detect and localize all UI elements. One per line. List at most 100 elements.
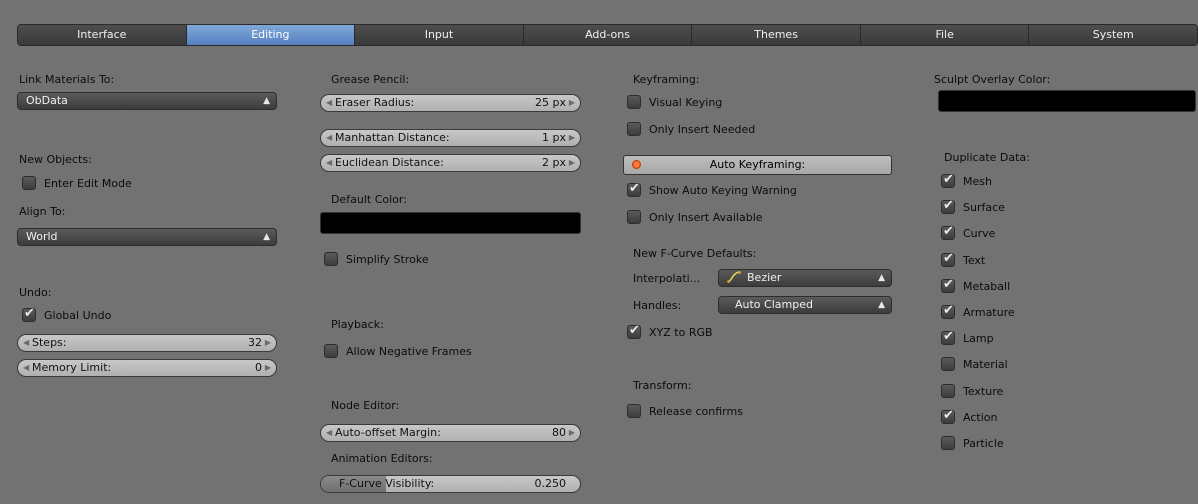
checkbox-checked-icon <box>22 306 36 322</box>
duplicate-mesh-label: Mesh <box>963 175 992 188</box>
align-to-dropdown[interactable]: World ▲ <box>17 228 277 246</box>
release-confirms-label: Release confirms <box>649 405 743 418</box>
auto-offset-margin-label: Auto-offset Margin: <box>335 426 441 439</box>
eraser-radius-label: Eraser Radius: <box>335 96 415 109</box>
fcurve-visibility-label: F-Curve Visibility: <box>339 477 435 490</box>
checkbox-checked-icon <box>941 408 955 424</box>
interpolation-value: Bezier <box>747 271 782 284</box>
duplicate-texture-label: Texture <box>963 385 1004 398</box>
animation-editors-label: Animation Editors: <box>331 452 433 465</box>
checkbox-checked-icon <box>941 224 955 240</box>
increment-arrow-icon[interactable]: ▶ <box>265 360 271 376</box>
checkbox-icon <box>627 404 641 418</box>
dropdown-arrows-icon: ▲ <box>263 96 270 106</box>
align-to-value: World <box>26 230 58 243</box>
duplicate-curve-label: Curve <box>963 227 996 240</box>
checkbox-checked-icon <box>941 277 955 293</box>
dropdown-arrows-icon: ▲ <box>878 300 885 310</box>
sculpt-overlay-color-swatch[interactable] <box>938 90 1196 112</box>
default-color-swatch[interactable] <box>320 212 581 234</box>
decrement-arrow-icon[interactable]: ◀ <box>326 95 332 111</box>
eraser-radius-value: 25 px <box>535 96 566 109</box>
checkbox-icon <box>627 122 641 136</box>
global-undo-label: Global Undo <box>44 309 112 322</box>
increment-arrow-icon[interactable]: ▶ <box>569 95 575 111</box>
tab-themes[interactable]: Themes <box>692 25 861 45</box>
increment-arrow-icon[interactable]: ▶ <box>569 155 575 171</box>
allow-negative-frames-label: Allow Negative Frames <box>346 345 472 358</box>
only-insert-needed-label: Only Insert Needed <box>649 123 756 136</box>
duplicate-surface-label: Surface <box>963 201 1005 214</box>
auto-keyframing-label: Auto Keyframing: <box>709 158 806 171</box>
simplify-stroke-label: Simplify Stroke <box>346 253 429 266</box>
steps-label: Steps: <box>32 336 67 349</box>
handles-value: Auto Clamped <box>735 298 813 311</box>
duplicate-data-label: Duplicate Data: <box>944 151 1030 164</box>
duplicate-material-label: Material <box>963 358 1008 371</box>
manhattan-distance-field[interactable]: ◀ Manhattan Distance: 1 px ▶ <box>320 129 581 147</box>
checkbox-icon <box>22 176 36 190</box>
grease-pencil-label: Grease Pencil: <box>331 73 410 86</box>
manhattan-distance-label: Manhattan Distance: <box>335 131 450 144</box>
duplicate-action-label: Action <box>963 411 998 424</box>
memory-limit-value: 0 <box>255 361 262 374</box>
checkbox-icon <box>941 436 955 450</box>
checkbox-checked-icon <box>627 181 641 197</box>
auto-offset-margin-field[interactable]: ◀ Auto-offset Margin: 80 ▶ <box>320 424 581 442</box>
tab-input[interactable]: Input <box>355 25 524 45</box>
decrement-arrow-icon[interactable]: ◀ <box>23 335 29 351</box>
checkbox-icon <box>627 210 641 224</box>
interpolation-label: Interpolati... <box>633 272 701 285</box>
checkbox-icon <box>324 344 338 358</box>
preferences-tab-bar: Interface Editing Input Add-ons Themes F… <box>17 24 1198 46</box>
tab-editing[interactable]: Editing <box>186 25 356 45</box>
decrement-arrow-icon[interactable]: ◀ <box>326 425 332 441</box>
checkbox-checked-icon <box>627 323 641 339</box>
checkbox-icon <box>627 95 641 109</box>
euclidean-distance-field[interactable]: ◀ Euclidean Distance: 2 px ▶ <box>320 154 581 172</box>
visual-keying-label: Visual Keying <box>649 96 723 109</box>
auto-offset-margin-value: 80 <box>552 426 566 439</box>
manhattan-distance-value: 1 px <box>542 131 566 144</box>
decrement-arrow-icon[interactable]: ◀ <box>326 130 332 146</box>
duplicate-metaball-label: Metaball <box>963 280 1011 293</box>
decrement-arrow-icon[interactable]: ◀ <box>326 155 332 171</box>
align-to-label: Align To: <box>19 205 66 218</box>
eraser-radius-field[interactable]: ◀ Eraser Radius: 25 px ▶ <box>320 94 581 112</box>
fcurve-visibility-value: 0.250 <box>534 477 567 490</box>
checkbox-checked-icon <box>941 329 955 345</box>
checkbox-icon <box>941 357 955 371</box>
handles-dropdown[interactable]: Auto Clamped ▲ <box>718 296 892 314</box>
duplicate-lamp-label: Lamp <box>963 332 994 345</box>
undo-label: Undo: <box>19 286 52 299</box>
link-materials-dropdown[interactable]: ObData ▲ <box>17 92 277 110</box>
checkbox-checked-icon <box>941 251 955 267</box>
duplicate-particle-label: Particle <box>963 437 1004 450</box>
checkbox-icon <box>324 252 338 266</box>
link-materials-label: Link Materials To: <box>19 73 115 86</box>
transform-label: Transform: <box>633 379 692 392</box>
tab-add-ons[interactable]: Add-ons <box>523 25 693 45</box>
euclidean-distance-value: 2 px <box>542 156 566 169</box>
new-fcurve-defaults-label: New F-Curve Defaults: <box>633 247 757 260</box>
tab-interface[interactable]: Interface <box>18 25 187 45</box>
tab-system[interactable]: System <box>1029 25 1197 45</box>
bezier-curve-icon <box>727 271 741 283</box>
increment-arrow-icon[interactable]: ▶ <box>569 130 575 146</box>
interpolation-dropdown[interactable]: Bezier ▲ <box>718 269 892 287</box>
increment-arrow-icon[interactable]: ▶ <box>569 425 575 441</box>
fcurve-visibility-slider[interactable]: F-Curve Visibility: 0.250 <box>320 475 581 493</box>
auto-keyframing-toggle[interactable]: Auto Keyframing: <box>623 155 892 175</box>
steps-field[interactable]: ◀ Steps: 32 ▶ <box>17 334 277 352</box>
tab-file[interactable]: File <box>860 25 1030 45</box>
handles-label: Handles: <box>633 299 682 312</box>
decrement-arrow-icon[interactable]: ◀ <box>23 360 29 376</box>
dropdown-arrows-icon: ▲ <box>263 232 270 242</box>
default-color-label: Default Color: <box>331 193 407 206</box>
memory-limit-field[interactable]: ◀ Memory Limit: 0 ▶ <box>17 359 277 377</box>
steps-value: 32 <box>248 336 262 349</box>
increment-arrow-icon[interactable]: ▶ <box>265 335 271 351</box>
dropdown-arrows-icon: ▲ <box>878 273 885 283</box>
checkbox-icon <box>941 384 955 398</box>
duplicate-armature-label: Armature <box>963 306 1015 319</box>
